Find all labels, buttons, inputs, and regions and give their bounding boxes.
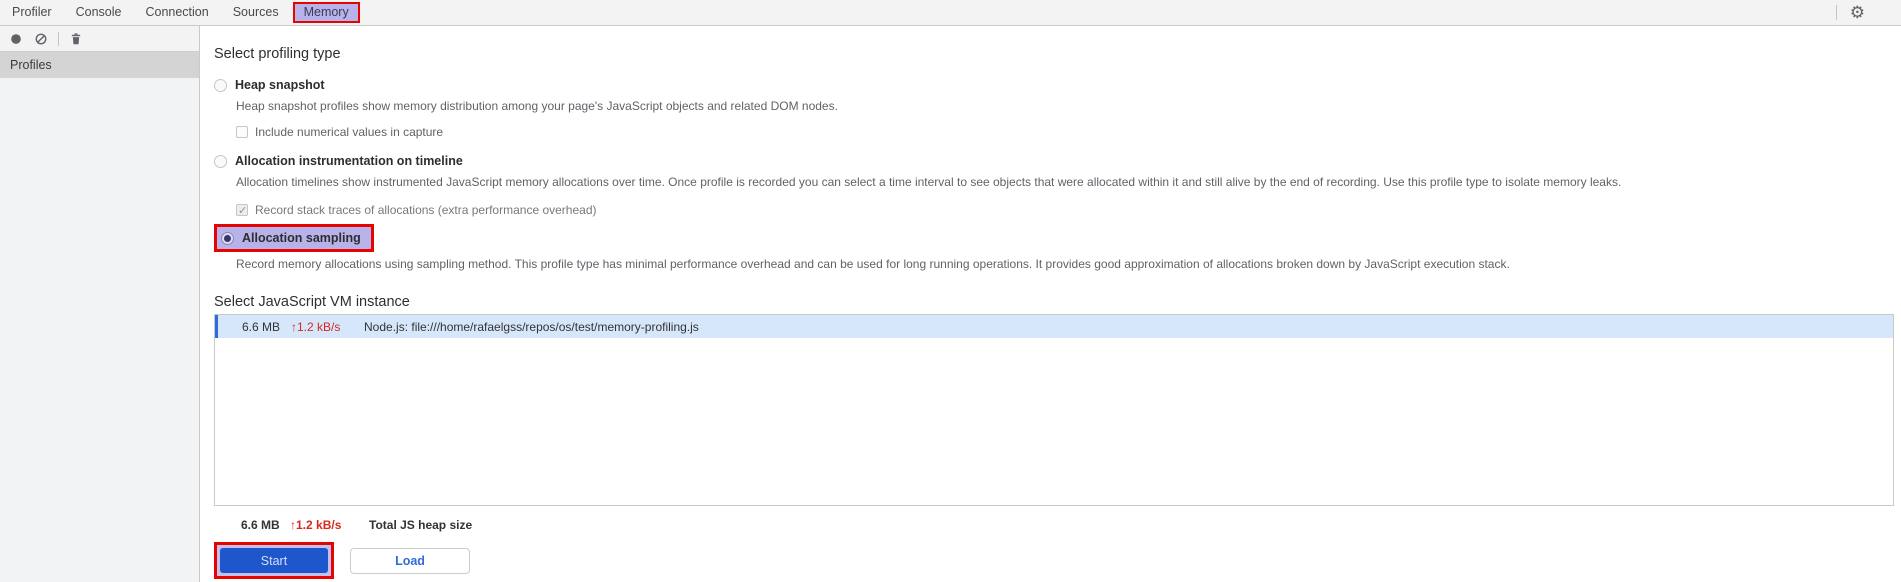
radio-icon[interactable] <box>214 154 227 168</box>
annotation-highlight-start-button: Start <box>214 542 334 579</box>
profiles-label: Profiles <box>10 58 52 72</box>
option-description: Heap snapshot profiles show memory distr… <box>236 99 838 113</box>
sidebar-item-profiles[interactable]: Profiles <box>0 52 199 78</box>
checkbox-label: Record stack traces of allocations (extr… <box>255 203 597 217</box>
tabbar-divider <box>1835 5 1837 20</box>
option-label: Heap snapshot <box>235 78 325 92</box>
radio-option-allocation-timeline[interactable]: Allocation instrumentation on timeline <box>214 152 463 170</box>
memory-launcher-panel: Select profiling type Heap snapshot Heap… <box>200 26 1901 582</box>
tab-memory[interactable]: Memory <box>292 2 360 23</box>
settings-gear-icon[interactable]: ⚙ <box>1850 4 1865 21</box>
tabbar-right-controls: ⚙ <box>1835 0 1901 25</box>
toolbar-divider <box>58 31 59 46</box>
option-label: Allocation instrumentation on timeline <box>235 154 463 168</box>
delete-icon[interactable] <box>68 31 84 47</box>
vm-instance-heading: Select JavaScript VM instance <box>214 294 410 310</box>
profiling-type-heading: Select profiling type <box>214 46 341 62</box>
radio-option-heap-snapshot[interactable]: Heap snapshot <box>214 76 325 94</box>
load-button[interactable]: Load <box>350 547 470 574</box>
action-buttons-row: Start Load <box>214 542 470 579</box>
devtools-tabbar: Profiler Console Connection Sources Memo… <box>0 0 1901 26</box>
clear-icon[interactable] <box>33 31 49 47</box>
checkbox-label: Include numerical values in capture <box>255 125 444 139</box>
devtools-body: Profiles Select profiling type Heap snap… <box>0 26 1901 582</box>
checkbox-icon[interactable] <box>236 204 248 217</box>
vm-instance-row-selected[interactable]: 6.6 MB ↑1.2 kB/s Node.js: file:///home/r… <box>215 315 1893 338</box>
tab-profiler[interactable]: Profiler <box>0 0 64 25</box>
record-icon[interactable] <box>8 31 24 47</box>
checkbox-include-numerical-values[interactable]: Include numerical values in capture <box>236 124 443 140</box>
tab-sources[interactable]: Sources <box>221 0 291 25</box>
left-panel: Profiles <box>0 26 200 582</box>
vm-instance-table: 6.6 MB ↑1.2 kB/s Node.js: file:///home/r… <box>214 314 1894 506</box>
vm-heap-rate: ↑1.2 kB/s <box>291 319 341 334</box>
vm-heap-size: 6.6 MB <box>242 319 281 334</box>
option-label: Allocation sampling <box>242 231 361 245</box>
start-button[interactable]: Start <box>220 548 328 573</box>
vm-instance-name: Node.js: file:///home/rafaelgss/repos/os… <box>364 319 699 334</box>
heap-totals-row: 6.6 MB ↑1.2 kB/s Total JS heap size <box>214 516 472 534</box>
checkbox-record-stack-traces[interactable]: Record stack traces of allocations (extr… <box>236 202 597 218</box>
memory-toolbar <box>0 26 199 52</box>
radio-option-allocation-sampling[interactable]: Allocation sampling <box>221 229 361 247</box>
tab-console[interactable]: Console <box>64 0 134 25</box>
option-description: Record memory allocations using sampling… <box>236 257 1510 271</box>
annotation-highlight-allocation-sampling: Allocation sampling <box>214 224 374 252</box>
total-heap-label: Total JS heap size <box>369 518 473 532</box>
option-description: Allocation timelines show instrumented J… <box>236 175 1622 189</box>
radio-icon[interactable] <box>214 78 227 92</box>
total-heap-size: 6.6 MB <box>241 518 280 532</box>
checkbox-icon[interactable] <box>236 126 248 138</box>
tab-connection[interactable]: Connection <box>133 0 220 25</box>
total-heap-rate: ↑1.2 kB/s <box>290 518 342 532</box>
radio-checked-icon[interactable] <box>221 231 234 245</box>
